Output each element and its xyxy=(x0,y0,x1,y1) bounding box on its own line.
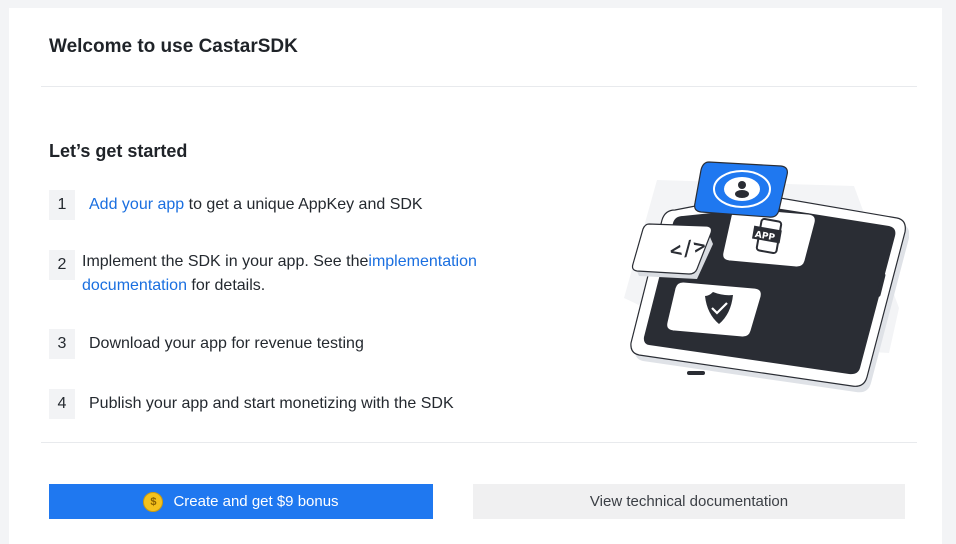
footer-divider xyxy=(41,442,917,443)
step-4-text: Publish your app and start monetizing wi… xyxy=(89,395,454,412)
page-title: Welcome to use CastarSDK xyxy=(49,36,298,57)
step-number: 2 xyxy=(49,250,75,280)
step-1-text: to get a unique AppKey and SDK xyxy=(184,196,423,213)
user-icon xyxy=(694,161,788,218)
step-1: 1 Add your app to get a unique AppKey an… xyxy=(49,190,423,220)
step-2: 2 Implement the SDK in your app. See the… xyxy=(49,250,512,298)
step-number: 3 xyxy=(49,329,75,359)
view-documentation-label: View technical documentation xyxy=(589,493,789,510)
step-text: Add your app to get a unique AppKey and … xyxy=(89,190,423,217)
view-documentation-button[interactable]: View technical documentation xyxy=(473,484,905,519)
step-2-text-after: for details. xyxy=(186,277,266,294)
create-bonus-label: Create and get $9 bonus xyxy=(173,493,339,510)
step-text: Implement the SDK in your app. See theim… xyxy=(82,250,512,298)
shield-check-icon xyxy=(666,281,762,338)
getting-started-title: Let’s get started xyxy=(49,141,188,161)
step-number: 4 xyxy=(49,389,75,419)
header-divider xyxy=(41,86,917,87)
step-number: 1 xyxy=(49,190,75,220)
create-bonus-button[interactable]: $ Create and get $9 bonus xyxy=(49,484,433,519)
add-your-app-link[interactable]: Add your app xyxy=(89,196,184,213)
step-4: 4 Publish your app and start monetizing … xyxy=(49,389,454,419)
welcome-card: Welcome to use CastarSDK Let’s get start… xyxy=(9,8,942,544)
sdk-illustration: </> APP xyxy=(624,161,909,393)
step-3-text: Download your app for revenue testing xyxy=(89,335,364,352)
coin-icon: $ xyxy=(143,491,164,512)
step-2-text: Implement the SDK in your app. See the xyxy=(82,253,369,270)
step-3: 3 Download your app for revenue testing xyxy=(49,329,364,359)
